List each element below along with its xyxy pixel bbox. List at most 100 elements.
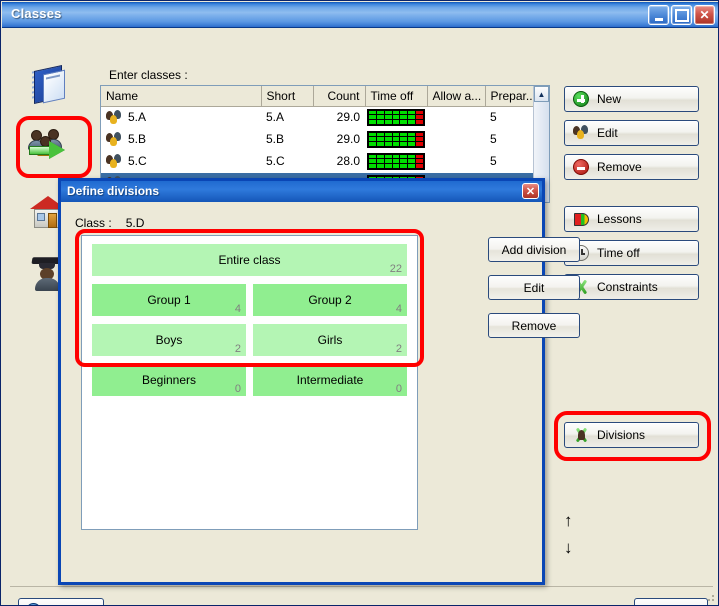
cell-name: 5.C xyxy=(101,150,261,172)
division-label: Group 1 xyxy=(147,293,190,307)
column-header-name[interactable]: Name xyxy=(101,86,261,106)
table-row[interactable]: 5.A5.A29.05 xyxy=(101,106,543,128)
division-row: Boys2Girls2 xyxy=(92,324,407,356)
move-down-arrow[interactable]: ↓ xyxy=(564,538,573,558)
division-row: Group 1 4 Group 2 4 xyxy=(92,284,407,316)
edit-button[interactable]: Edit xyxy=(564,120,699,146)
division-label: Boys xyxy=(156,333,183,347)
division-cell[interactable]: Entire class 22 xyxy=(92,244,407,276)
division-cell[interactable]: Girls2 xyxy=(253,324,407,356)
button-label: Divisions xyxy=(597,428,645,442)
division-label: Entire class xyxy=(218,253,280,267)
scroll-up-button[interactable]: ▲ xyxy=(534,86,549,102)
maximize-button[interactable] xyxy=(671,5,692,25)
division-cell[interactable]: Group 1 4 xyxy=(92,284,246,316)
cell-short: 5.B xyxy=(261,128,313,150)
lessons-icon xyxy=(573,211,589,227)
division-row: Entire class 22 xyxy=(92,244,407,276)
division-cell[interactable]: Boys 2 xyxy=(92,324,246,356)
plus-circle-icon xyxy=(573,91,589,107)
divisions-icon xyxy=(573,427,589,443)
help-button[interactable]: ? H xyxy=(18,598,104,606)
window-title: Classes xyxy=(11,6,62,21)
move-up-arrow[interactable]: ↑ xyxy=(564,511,573,531)
footer-separator xyxy=(10,586,713,587)
minus-circle-icon xyxy=(573,159,589,175)
lessons-button[interactable]: Lessons xyxy=(564,206,699,232)
class-value: 5.D xyxy=(126,216,145,230)
division-count: 4 xyxy=(235,303,241,315)
dialog-title: Define divisions xyxy=(67,184,159,198)
notebook-icon xyxy=(27,65,69,105)
table-row[interactable]: 5.B5.B29.05 xyxy=(101,128,543,150)
division-label: Beginners xyxy=(142,373,196,387)
cell-count: 28.0 xyxy=(313,150,365,172)
help-icon: ? xyxy=(26,603,41,606)
column-header-count[interactable]: Count xyxy=(313,86,365,106)
close-icon: ✕ xyxy=(695,6,714,24)
divisions-button[interactable]: Divisions xyxy=(564,422,699,448)
button-label: Edit xyxy=(597,126,618,140)
edit-division-button[interactable]: Edit xyxy=(488,275,580,300)
division-count: 0 xyxy=(396,383,402,395)
enter-classes-label: Enter classes : xyxy=(109,68,188,82)
table-row[interactable]: 5.C5.C28.05 xyxy=(101,150,543,172)
division-count: 2 xyxy=(235,343,241,355)
add-division-button[interactable]: Add division xyxy=(488,237,580,262)
class-label: Class : xyxy=(75,216,112,230)
column-header-time-off[interactable]: Time off xyxy=(365,86,427,106)
column-header-allow-a[interactable]: Allow a... xyxy=(427,86,485,106)
close-window-button[interactable]: Close xyxy=(634,598,708,606)
rail-item-classes[interactable] xyxy=(12,118,84,172)
resize-grip[interactable] xyxy=(704,591,716,603)
time-off-grid xyxy=(367,109,425,126)
button-label: Time off xyxy=(597,246,640,260)
dialog-close-button[interactable]: ✕ xyxy=(522,183,539,199)
dialog-titlebar: Define divisions ✕ xyxy=(61,181,542,202)
new-button[interactable]: New xyxy=(564,86,699,112)
column-header-short[interactable]: Short xyxy=(261,86,313,106)
classes-window: Classes ✕ xyxy=(0,0,719,606)
remove-button[interactable]: Remove xyxy=(564,154,699,180)
time-off-grid xyxy=(367,131,425,148)
remove-division-button[interactable]: Remove xyxy=(488,313,580,338)
cell-name-text: 5.B xyxy=(128,132,146,146)
button-label: Remove xyxy=(597,160,642,174)
define-divisions-dialog: Define divisions ✕ Class : 5.D Entire cla… xyxy=(58,178,545,585)
close-button[interactable]: ✕ xyxy=(694,5,715,25)
division-count: 2 xyxy=(396,343,402,355)
minimize-icon xyxy=(649,6,668,24)
division-cell[interactable]: Group 2 4 xyxy=(253,284,407,316)
cell-short: 5.A xyxy=(261,106,313,128)
dialog-action-buttons: Add division Edit Remove xyxy=(488,237,588,338)
cell-name-text: 5.C xyxy=(128,154,147,168)
maximize-icon xyxy=(672,6,691,24)
people-icon xyxy=(573,125,589,141)
cell-name: 5.A xyxy=(101,106,261,128)
window-controls: ✕ xyxy=(648,5,715,25)
division-label: Group 2 xyxy=(308,293,351,307)
cell-count: 29.0 xyxy=(313,128,365,150)
division-count: 4 xyxy=(396,303,402,315)
rail-item-subjects[interactable] xyxy=(12,58,84,112)
cell-time-off xyxy=(365,150,427,172)
cell-short: 5.C xyxy=(261,150,313,172)
cell-count: 29.0 xyxy=(313,106,365,128)
dialog-class-row: Class : 5.D xyxy=(75,216,144,230)
division-cell[interactable]: Beginners 0 xyxy=(92,364,246,396)
division-count: 22 xyxy=(390,263,402,275)
division-cell[interactable]: Intermediate 0 xyxy=(253,364,407,396)
time-off-grid xyxy=(367,153,425,170)
class-people-icon xyxy=(106,110,122,124)
class-people-icon xyxy=(106,132,122,146)
cell-time-off xyxy=(365,128,427,150)
division-label: Intermediate xyxy=(297,373,364,387)
table-header-row: NameShortCountTime offAllow a...Prepar..… xyxy=(101,86,543,106)
cell-allow xyxy=(427,106,485,128)
minimize-button[interactable] xyxy=(648,5,669,25)
class-people-icon xyxy=(106,154,122,168)
division-count: 0 xyxy=(235,383,241,395)
button-label: New xyxy=(597,92,621,106)
division-row: Beginners 0 Intermediate 0 xyxy=(92,364,407,396)
divisions-listbox[interactable]: Entire class22Group 14Group 24Boys2Girls… xyxy=(81,235,418,530)
